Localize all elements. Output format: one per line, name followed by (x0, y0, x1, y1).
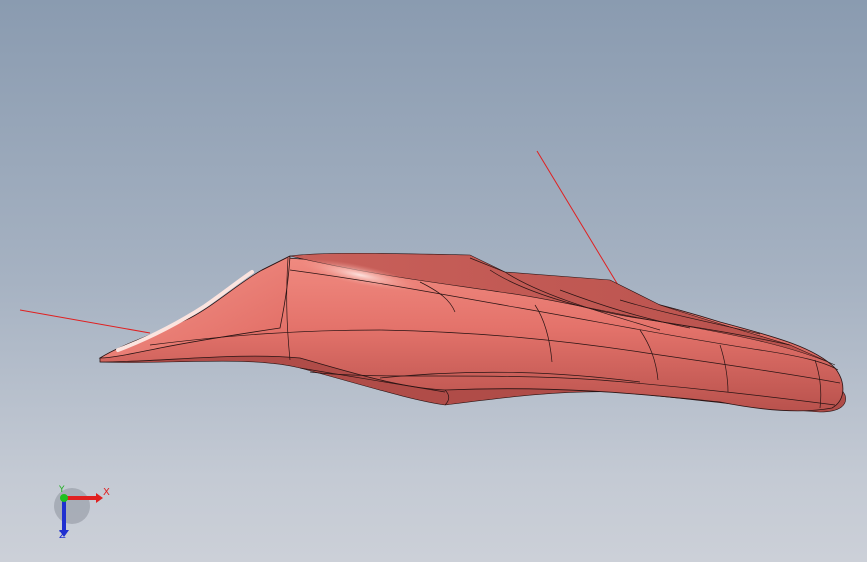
model-3d-view[interactable] (0, 0, 867, 562)
y-axis-dot (60, 494, 68, 502)
coordinate-triad: X Y Z (48, 482, 114, 546)
cad-viewport[interactable]: X Y Z (0, 0, 867, 562)
sketch-line-upper (536, 150, 622, 291)
sketch-line-left (19, 309, 151, 334)
z-axis-label: Z (59, 530, 66, 541)
y-axis-label: Y (59, 485, 65, 495)
x-axis-arrowhead (96, 493, 103, 503)
x-axis-label: X (103, 487, 110, 498)
